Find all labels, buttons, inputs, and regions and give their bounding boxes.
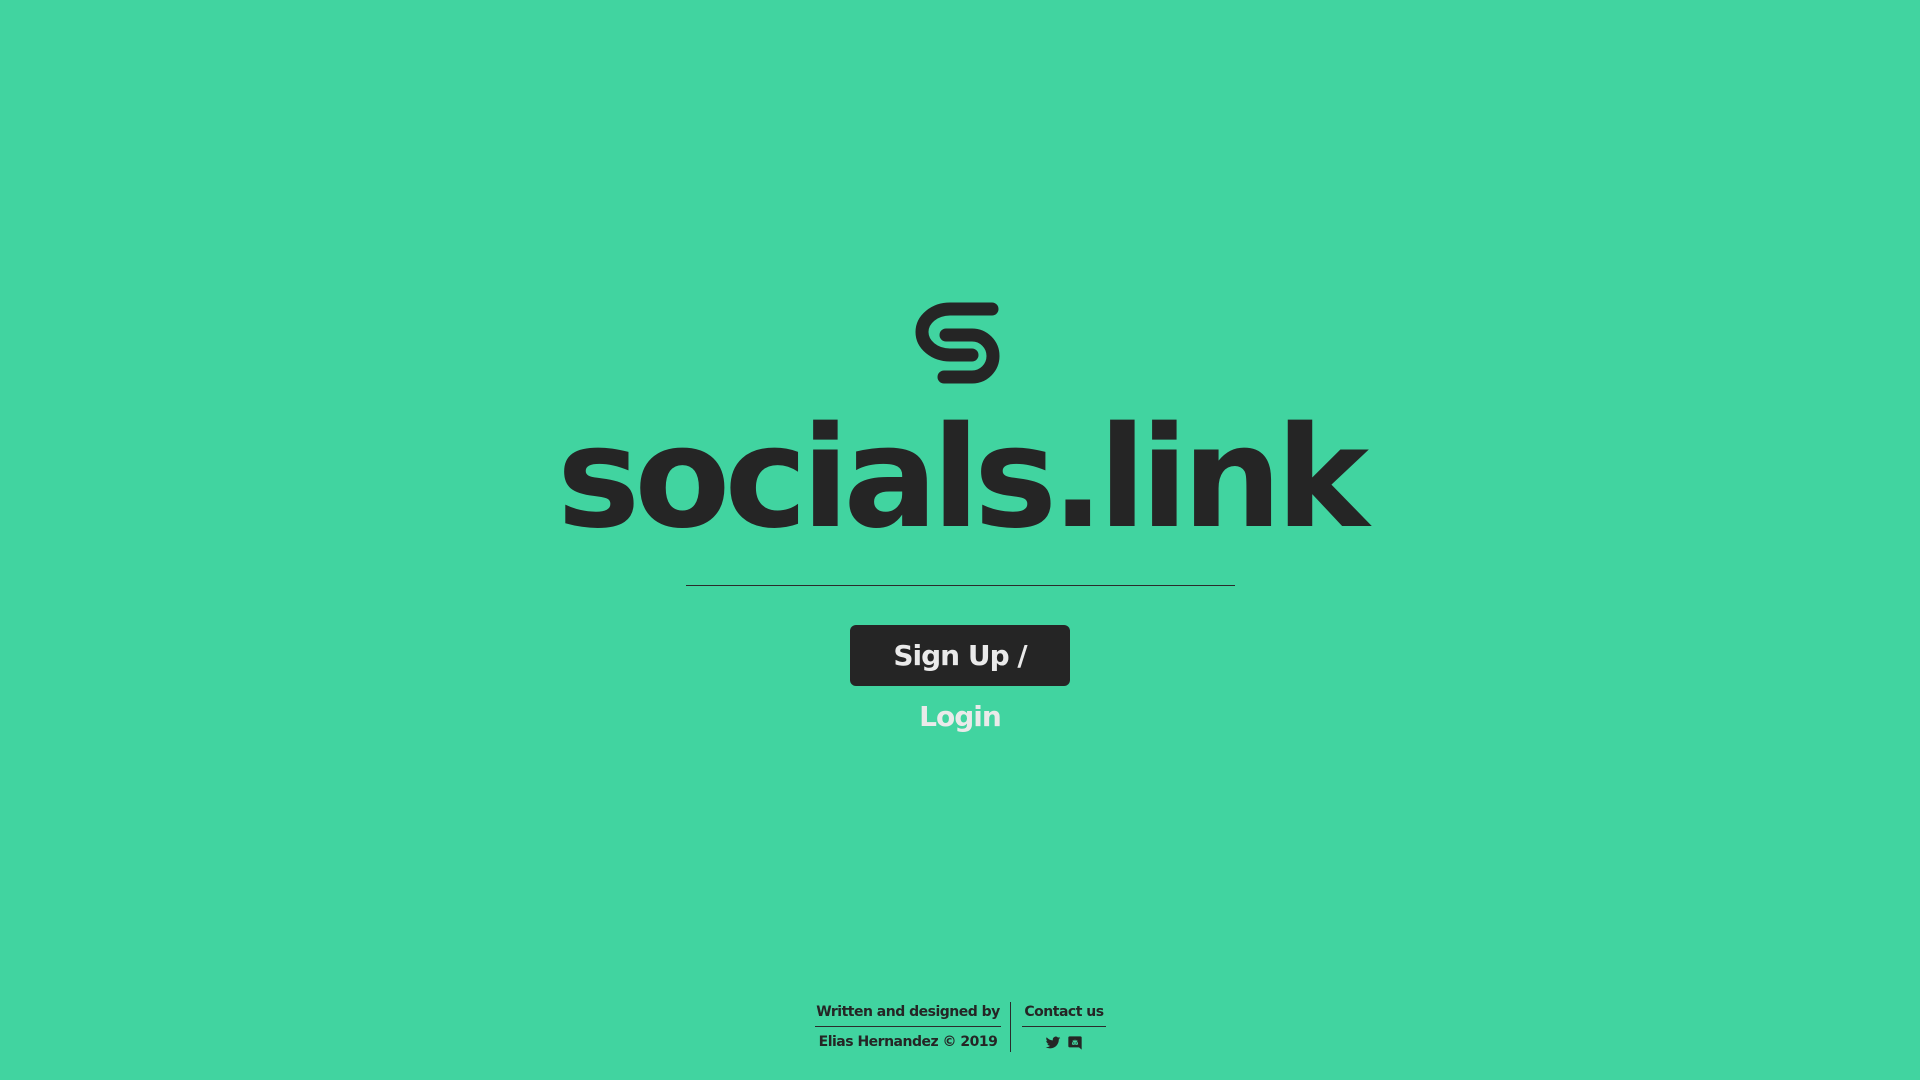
- credit-name: Elias Hernandez © 2019: [818, 1034, 998, 1050]
- footer-contact: Contact us: [1022, 1000, 1106, 1051]
- credit-label: Written and designed by: [815, 1000, 1001, 1027]
- twitter-icon[interactable]: [1045, 1035, 1061, 1051]
- logo-icon: [910, 297, 1010, 387]
- footer: Written and designed by Elias Hernandez …: [0, 1000, 1920, 1056]
- discord-icon[interactable]: [1067, 1035, 1083, 1051]
- footer-divider: [1010, 1002, 1011, 1052]
- contact-icons: [1022, 1035, 1106, 1051]
- signup-login-button[interactable]: Sign Up / Login: [850, 625, 1070, 733]
- contact-us-link[interactable]: Contact us: [1022, 1000, 1106, 1027]
- site-title: socials.link: [556, 397, 1369, 560]
- footer-credit: Written and designed by Elias Hernandez …: [815, 1000, 1001, 1055]
- title-divider: [686, 585, 1235, 586]
